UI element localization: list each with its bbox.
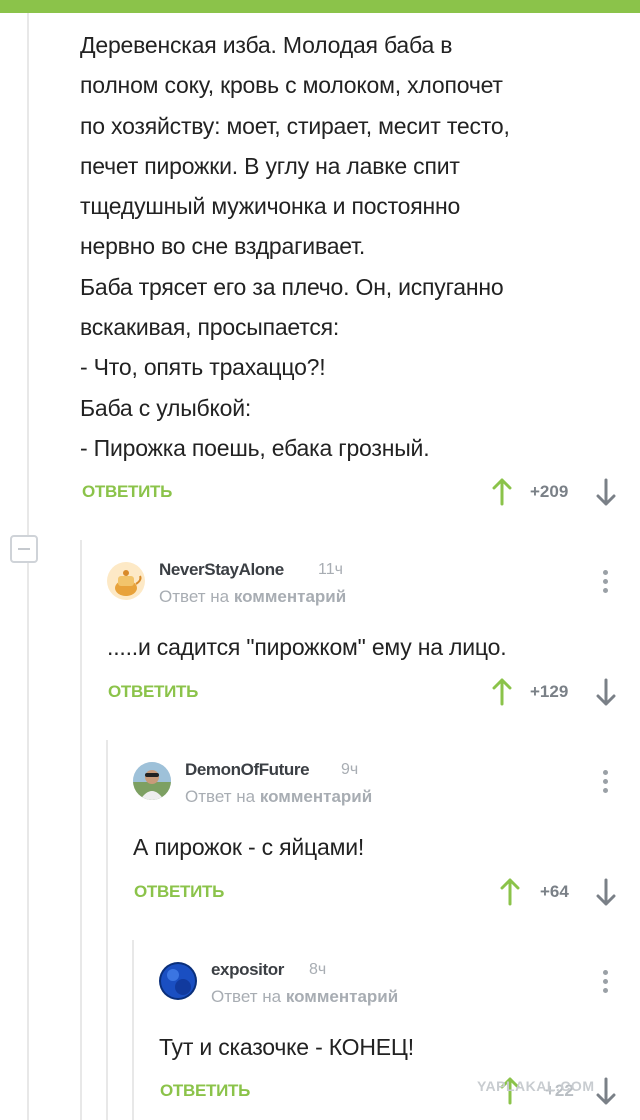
minus-icon <box>18 548 30 550</box>
username[interactable]: NeverStayAlone <box>159 560 284 580</box>
reply-button[interactable]: ОТВЕТИТЬ <box>82 482 172 502</box>
downvote-arrow-icon[interactable] <box>596 678 616 706</box>
meta-link[interactable]: комментарий <box>234 587 346 606</box>
comment-rating: +129 <box>530 682 569 701</box>
blue-sphere-avatar-icon <box>161 964 195 998</box>
watermark: YAPLAKAL.COM <box>477 1078 595 1094</box>
reply-to-meta: Ответ на комментарий <box>159 587 346 607</box>
thread-line <box>27 13 29 535</box>
downvote-arrow-icon[interactable] <box>596 478 616 506</box>
thread-line <box>106 740 108 1120</box>
meta-prefix: Ответ на <box>211 987 282 1006</box>
teapot-avatar-icon <box>115 570 142 596</box>
thread-line <box>27 563 29 1120</box>
upvote-arrow-icon[interactable] <box>500 878 520 906</box>
avatar[interactable] <box>133 762 171 800</box>
upvote-arrow-icon[interactable] <box>492 678 512 706</box>
meta-link[interactable]: комментарий <box>260 787 372 806</box>
reply-button[interactable]: ОТВЕТИТЬ <box>108 682 198 702</box>
comment-text: .....и садится "пирожком" ему на лицо. <box>107 634 507 660</box>
reply-button[interactable]: ОТВЕТИТЬ <box>160 1081 250 1101</box>
thread-line <box>132 940 134 1120</box>
downvote-arrow-icon[interactable] <box>596 1077 616 1105</box>
comment-text: А пирожок - с яйцами! <box>133 834 365 860</box>
reply-to-meta: Ответ на комментарий <box>185 787 372 807</box>
comment-rating: +209 <box>530 482 569 501</box>
comment-time: 11ч <box>318 561 343 578</box>
thread-line <box>80 540 82 1120</box>
reply-button[interactable]: ОТВЕТИТЬ <box>134 882 224 902</box>
comment-rating: +64 <box>540 882 569 901</box>
collapse-thread-button[interactable] <box>10 535 38 563</box>
comment-time: 9ч <box>341 761 359 778</box>
comment-text: Деревенская изба. Молодая баба в полном … <box>80 32 510 461</box>
upvote-arrow-icon[interactable] <box>492 478 512 506</box>
downvote-arrow-icon[interactable] <box>596 878 616 906</box>
avatar[interactable] <box>107 562 145 600</box>
username[interactable]: expositor <box>211 960 284 980</box>
meta-link[interactable]: комментарий <box>286 987 398 1006</box>
more-options-icon[interactable] <box>601 570 609 596</box>
avatar[interactable] <box>159 962 197 1000</box>
reply-to-meta: Ответ на комментарий <box>211 987 398 1007</box>
username[interactable]: DemonOfFuture <box>185 760 310 780</box>
person-avatar-icon <box>133 762 171 800</box>
more-options-icon[interactable] <box>601 770 609 796</box>
more-options-icon[interactable] <box>601 970 609 996</box>
top-accent-bar <box>0 0 640 13</box>
comment-text: Тут и сказочке - КОНЕЦ! <box>159 1034 414 1060</box>
meta-prefix: Ответ на <box>159 587 230 606</box>
comment-time: 8ч <box>309 961 327 978</box>
meta-prefix: Ответ на <box>185 787 256 806</box>
